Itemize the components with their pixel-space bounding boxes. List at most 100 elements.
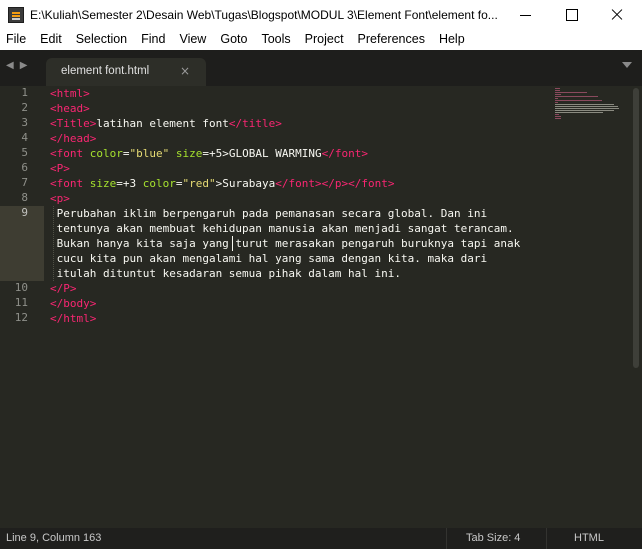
code-token: html <box>56 87 84 100</box>
code-token: P <box>63 282 70 295</box>
menu-selection[interactable]: Selection <box>69 30 134 50</box>
menu-view[interactable]: View <box>172 30 213 50</box>
line-number: 8 <box>21 191 28 204</box>
maximize-icon[interactable] <box>548 0 594 30</box>
tab-label: element font.html <box>61 65 150 77</box>
status-bar: Line 9, Column 163 Tab Size: 4 HTML <box>0 528 642 549</box>
syntax-selector[interactable]: HTML <box>574 532 604 544</box>
minimap[interactable] <box>553 88 623 124</box>
code-token: color <box>142 177 176 190</box>
code-token: ></ <box>341 177 362 190</box>
minimap-line <box>555 110 614 111</box>
code-token: </ <box>321 147 335 160</box>
code-token: Perubahan iklim berpengaruh pada pemanas… <box>50 207 488 220</box>
code-token: font <box>56 147 84 160</box>
minimize-icon[interactable] <box>502 0 548 30</box>
code-token: </ <box>228 117 243 130</box>
code-token: font <box>56 177 84 190</box>
code-line: </head> <box>50 131 96 146</box>
menu-file[interactable]: File <box>0 30 33 50</box>
minimap-line <box>555 94 561 95</box>
tab-nav-arrows-icon[interactable]: ◀▶ <box>6 60 33 71</box>
menu-preferences[interactable]: Preferences <box>351 30 432 50</box>
code-token: Surabaya <box>222 177 276 190</box>
minimap-line <box>555 104 614 105</box>
code-line: <html> <box>50 86 90 101</box>
code-token: </ <box>50 282 64 295</box>
code-token: = <box>122 147 130 160</box>
minimap-line <box>555 102 558 103</box>
line-number: 7 <box>21 176 28 189</box>
tab-size-setting[interactable]: Tab Size: 4 <box>466 532 520 544</box>
tab-element-font[interactable]: element font.html × <box>46 58 206 86</box>
code-token: "red" <box>182 177 216 190</box>
code-token: latihan element font <box>96 117 229 130</box>
code-token: =+3 <box>116 177 143 190</box>
menu-bar: File Edit Selection Find View Goto Tools… <box>0 30 642 50</box>
close-icon[interactable] <box>594 0 640 30</box>
code-token: size <box>89 177 117 190</box>
window-title: E:\Kuliah\Semester 2\Desain Web\Tugas\Bl… <box>30 8 498 22</box>
code-token: title <box>242 117 276 130</box>
line-number: 5 <box>21 146 28 159</box>
line-number: 6 <box>21 161 28 174</box>
code-token: < <box>50 102 57 115</box>
code-token: < <box>50 87 57 100</box>
code-token: < <box>50 177 57 190</box>
code-token: size <box>175 147 203 160</box>
title-bar: E:\Kuliah\Semester 2\Desain Web\Tugas\Bl… <box>0 0 642 30</box>
code-line: </body> <box>50 296 96 311</box>
line-number: 1 <box>21 86 28 99</box>
code-line: Bukan hanya kita saja yang turut merasak… <box>50 236 521 251</box>
minimap-line <box>555 92 587 93</box>
code-line: itulah dituntut kesadaran semua pihak da… <box>50 266 401 281</box>
tab-dropdown-icon[interactable] <box>622 62 632 68</box>
minimap-line <box>555 96 598 97</box>
status-separator <box>446 528 447 549</box>
menu-tools[interactable]: Tools <box>254 30 297 50</box>
minimap-line <box>555 118 561 119</box>
minimap-line <box>555 90 560 91</box>
code-token: < <box>50 162 57 175</box>
code-token: > <box>63 162 70 175</box>
code-token: > <box>387 177 395 190</box>
menu-edit[interactable]: Edit <box>33 30 69 50</box>
scrollbar-thumb[interactable] <box>633 88 639 368</box>
code-token: </ <box>50 312 64 325</box>
code-token: > <box>63 192 70 205</box>
code-token: "blue" <box>129 147 170 160</box>
line-number: 3 <box>21 116 28 129</box>
menu-goto[interactable]: Goto <box>213 30 254 50</box>
code-token: </ <box>50 297 64 310</box>
code-line: tentunya akan membuat kehidupan manusia … <box>50 221 514 236</box>
code-token: > <box>69 282 77 295</box>
code-token: </ <box>275 177 289 190</box>
code-token: body <box>63 297 90 310</box>
code-line: <Title>latihan element font</title> <box>50 116 282 131</box>
tab-close-icon[interactable]: × <box>180 64 190 78</box>
code-token: < <box>50 192 57 205</box>
line-number: 10 <box>14 281 28 294</box>
line-number: 2 <box>21 101 28 114</box>
line-number: 9 <box>21 206 28 219</box>
code-token: font <box>288 177 315 190</box>
text-caret <box>232 236 233 251</box>
minimap-line <box>555 100 602 101</box>
code-line: <font size=+3 color="red">Surabaya</font… <box>50 176 394 191</box>
vertical-scrollbar[interactable] <box>630 86 642 528</box>
code-line: cucu kita pun akan mengalami hal yang sa… <box>50 251 487 266</box>
menu-help[interactable]: Help <box>432 30 472 50</box>
code-token: ></ <box>314 177 335 190</box>
menu-find[interactable]: Find <box>134 30 172 50</box>
code-line: <p> <box>50 191 70 206</box>
code-token: > <box>275 117 282 130</box>
code-line: <font color="blue" size=+5>GLOBAL WARMIN… <box>50 146 368 161</box>
minimap-line <box>555 108 619 109</box>
code-editor[interactable]: 1 2 3 4 5 6 7 8 9 10 11 12 <html> <head> <Title>latih… <box>0 86 642 528</box>
menu-project[interactable]: Project <box>298 30 351 50</box>
code-token: </ <box>50 132 64 145</box>
code-token: =+5> <box>202 147 229 160</box>
line-number: 12 <box>14 311 28 324</box>
